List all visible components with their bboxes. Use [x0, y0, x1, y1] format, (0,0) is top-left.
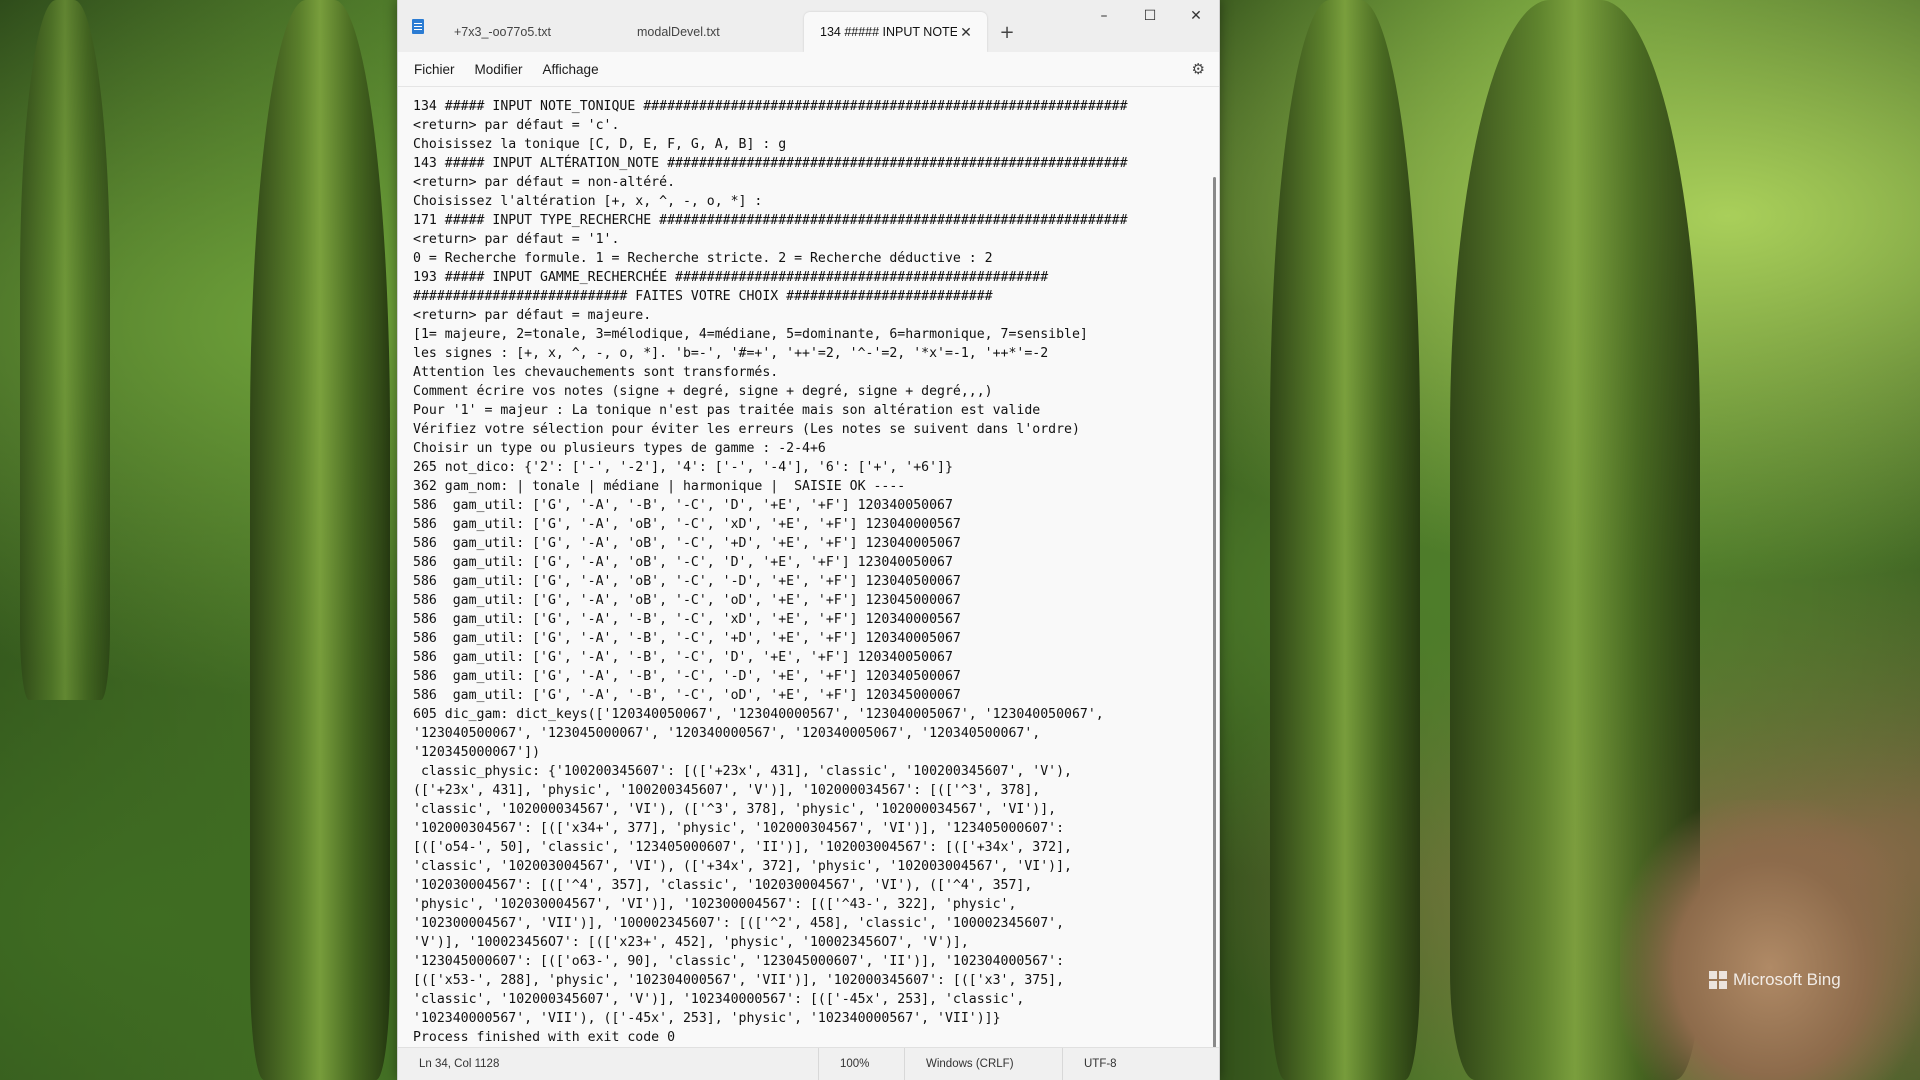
- editor-line: 586 gam_util: ['G', '-A', '-B', '-C', 'x…: [413, 612, 961, 627]
- encoding[interactable]: UTF-8: [1062, 1048, 1137, 1080]
- editor-line: 586 gam_util: ['G', '-A', 'oB', '-C', '+…: [413, 536, 961, 551]
- window-controls: – ☐ ✕: [1081, 0, 1219, 32]
- editor-line: Choisissez l'altération [+, x, ^, -, o, …: [413, 194, 763, 209]
- editor-line: Vérifiez votre sélection pour éviter les…: [413, 422, 1080, 437]
- gear-icon[interactable]: ⚙: [1192, 60, 1205, 78]
- notepad-window: +7x3_-oo77o5.txt modalDevel.txt 134 ####…: [397, 0, 1220, 1080]
- editor-line: Choisir un type ou plusieurs types de ga…: [413, 441, 826, 456]
- editor-line: <return> par défaut = majeure.: [413, 308, 652, 323]
- editor-line: 'V')], '100023456O7': [(['x23+', 452], '…: [413, 935, 969, 950]
- editor-line: Choisissez la tonique [C, D, E, F, G, A,…: [413, 137, 787, 152]
- editor-line: 'classic', '102003004567', 'VI'), (['+34…: [413, 859, 1072, 874]
- tab-file-1[interactable]: +7x3_-oo77o5.txt: [438, 12, 621, 52]
- editor-line: 'classic', '102000345607', 'V')], '10234…: [413, 992, 1025, 1007]
- editor-line: ########################### FAITES VOTRE…: [413, 289, 993, 304]
- editor-line: Attention les chevauchements sont transf…: [413, 365, 779, 380]
- editor-line: 134 ##### INPUT NOTE_TONIQUE ###########…: [413, 99, 1128, 114]
- watermark-text: Microsoft Bing: [1733, 970, 1841, 989]
- editor-line: 586 gam_util: ['G', '-A', 'oB', '-C', 'x…: [413, 517, 961, 532]
- editor-line: [(['o54-', 50], 'classic', '123405000607…: [413, 840, 1072, 855]
- editor-line: '120345000067']): [413, 745, 541, 760]
- zoom-level[interactable]: 100%: [818, 1048, 904, 1080]
- bing-watermark: Microsoft Bing: [1709, 970, 1841, 990]
- editor-line: Comment écrire vos notes (signe + degré,…: [413, 384, 993, 399]
- tab-label: 134 ##### INPUT NOTE_: [820, 25, 957, 39]
- editor-line: 586 gam_util: ['G', '-A', '-B', '-C', 'o…: [413, 688, 961, 703]
- editor-line: 171 ##### INPUT TYPE_RECHERCHE #########…: [413, 213, 1128, 228]
- new-tab-button[interactable]: +: [987, 12, 1027, 52]
- menu-fichier[interactable]: Fichier: [404, 56, 465, 83]
- menu-affichage[interactable]: Affichage: [533, 56, 609, 83]
- tab-label: modalDevel.txt: [637, 25, 720, 39]
- editor-line: 586 gam_util: ['G', '-A', '-B', '-C', 'D…: [413, 498, 953, 513]
- close-tab-icon[interactable]: ✕: [957, 24, 975, 41]
- editor-line: 143 ##### INPUT ALTÉRATION_NOTE ########…: [413, 156, 1128, 171]
- editor-line: Process finished with exit code 0: [413, 1030, 676, 1045]
- menu-modifier[interactable]: Modifier: [465, 56, 533, 83]
- tree-trunk: [250, 0, 390, 1080]
- tree-trunk: [20, 0, 110, 700]
- editor-line: 586 gam_util: ['G', '-A', 'oB', '-C', 'o…: [413, 593, 961, 608]
- editor-line: [(['x53-', 288], 'physic', '102304000567…: [413, 973, 1065, 988]
- text-editor[interactable]: 134 ##### INPUT NOTE_TONIQUE ###########…: [398, 86, 1219, 1047]
- line-ending[interactable]: Windows (CRLF): [904, 1048, 1062, 1080]
- editor-line: Pour '1' = majeur : La tonique n'est pas…: [413, 403, 1041, 418]
- editor-line: les signes : [+, x, ^, -, o, *]. 'b=-', …: [413, 346, 1049, 361]
- editor-line: '123040500067', '123045000067', '1203400…: [413, 726, 1041, 741]
- vertical-scrollbar[interactable]: [1213, 177, 1216, 1047]
- editor-line: 'classic', '102000034567', 'VI'), (['^3'…: [413, 802, 1057, 817]
- editor-line: '102340000567', 'VII'), (['-45x', 253], …: [413, 1011, 1001, 1026]
- editor-line: 586 gam_util: ['G', '-A', '-B', '-C', 'D…: [413, 650, 953, 665]
- editor-line: [1= majeure, 2=tonale, 3=mélodique, 4=mé…: [413, 327, 1088, 342]
- editor-line: <return> par défaut = non-altéré.: [413, 175, 676, 190]
- editor-line: 0 = Recherche formule. 1 = Recherche str…: [413, 251, 993, 266]
- status-bar: Ln 34, Col 1128 100% Windows (CRLF) UTF-…: [398, 1047, 1219, 1080]
- tab-file-2[interactable]: modalDevel.txt: [621, 12, 804, 52]
- close-window-button[interactable]: ✕: [1173, 0, 1219, 32]
- notepad-app-icon: [398, 0, 438, 52]
- editor-line: 362 gam_nom: | tonale | médiane | harmon…: [413, 479, 906, 494]
- forest-path: [1620, 800, 1920, 1080]
- bing-logo-icon: [1709, 971, 1727, 989]
- editor-content[interactable]: 134 ##### INPUT NOTE_TONIQUE ###########…: [413, 97, 1128, 1047]
- editor-line: (['+23x', 431], 'physic', '100200345607'…: [413, 783, 1041, 798]
- maximize-button[interactable]: ☐: [1127, 0, 1173, 32]
- editor-line: '102300004567', 'VII')], '100002345607':…: [413, 916, 1065, 931]
- editor-line: 586 gam_util: ['G', '-A', 'oB', '-C', '-…: [413, 574, 961, 589]
- editor-line: '123045000607': [(['o63-', 90], 'classic…: [413, 954, 1065, 969]
- editor-line: classic_physic: {'100200345607': [(['+23…: [413, 764, 1072, 779]
- editor-line: 265 not_dico: {'2': ['-', '-2'], '4': ['…: [413, 460, 953, 475]
- editor-line: '102000304567': [(['x34+', 377], 'physic…: [413, 821, 1065, 836]
- tab-file-3-active[interactable]: 134 ##### INPUT NOTE_ ✕: [804, 12, 987, 52]
- minimize-button[interactable]: –: [1081, 0, 1127, 32]
- tree-trunk: [1270, 0, 1420, 1080]
- editor-line: 586 gam_util: ['G', '-A', '-B', '-C', '-…: [413, 669, 961, 684]
- editor-line: 586 gam_util: ['G', '-A', 'oB', '-C', 'D…: [413, 555, 953, 570]
- tab-label: +7x3_-oo77o5.txt: [454, 25, 551, 39]
- editor-line: 605 dic_gam: dict_keys(['120340050067', …: [413, 707, 1104, 722]
- menu-bar: Fichier Modifier Affichage ⚙: [398, 52, 1219, 86]
- editor-line: 586 gam_util: ['G', '-A', '-B', '-C', '+…: [413, 631, 961, 646]
- editor-line: <return> par défaut = '1'.: [413, 232, 620, 247]
- editor-line: '102030004567': [(['^4', 357], 'classic'…: [413, 878, 1033, 893]
- editor-line: 193 ##### INPUT GAMME_RECHERCHÉE #######…: [413, 270, 1049, 285]
- editor-line: 'physic', '102030004567', 'VI')], '10230…: [413, 897, 1017, 912]
- title-bar: +7x3_-oo77o5.txt modalDevel.txt 134 ####…: [398, 0, 1219, 52]
- cursor-position: Ln 34, Col 1128: [419, 1058, 500, 1070]
- editor-line: <return> par défaut = 'c'.: [413, 118, 620, 133]
